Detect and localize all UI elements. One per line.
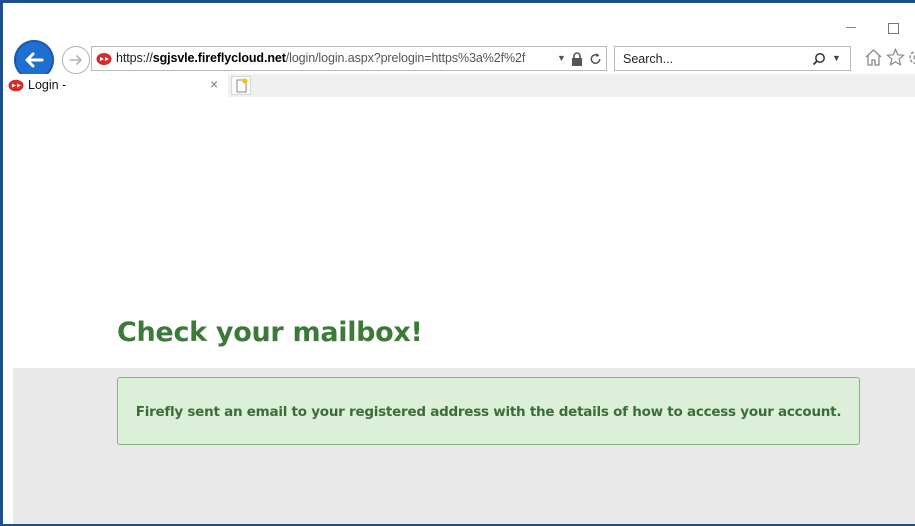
gear-icon[interactable] xyxy=(908,48,915,67)
forward-arrow-icon xyxy=(69,55,82,65)
tab-label: Login - xyxy=(28,78,67,92)
firefly-tab-icon xyxy=(8,79,24,92)
search-icon[interactable] xyxy=(812,52,826,66)
search-box[interactable]: Search... ▼ xyxy=(614,46,851,71)
refresh-icon[interactable] xyxy=(588,51,603,67)
tab-close-button[interactable]: × xyxy=(210,76,218,92)
tab-bar: Login - × xyxy=(3,74,915,97)
url-text: https://sgjsvle.fireflycloud.net/login/l… xyxy=(116,51,525,65)
url-path: /login/login.aspx?prelogin=https%3a%2f%2… xyxy=(285,51,526,65)
address-bar[interactable]: https://sgjsvle.fireflycloud.net/login/l… xyxy=(91,46,607,71)
search-dropdown-icon[interactable]: ▼ xyxy=(832,53,841,63)
minimize-button[interactable] xyxy=(846,27,856,28)
search-input[interactable]: Search... xyxy=(623,52,673,66)
url-domain: sgjsvle.fireflycloud.net xyxy=(152,51,286,65)
new-tab-button[interactable] xyxy=(231,76,251,95)
url-scheme: https:// xyxy=(116,51,153,65)
success-alert: Firefly sent an email to your registered… xyxy=(117,377,860,445)
forward-button[interactable] xyxy=(62,46,90,74)
firefly-icon xyxy=(96,53,112,65)
back-arrow-icon xyxy=(25,52,44,68)
new-tab-icon xyxy=(236,78,248,93)
message-section: Firefly sent an email to your registered… xyxy=(13,368,915,524)
address-dropdown-icon[interactable]: ▼ xyxy=(557,53,566,63)
alert-message: Firefly sent an email to your registered… xyxy=(135,404,842,420)
page-content: Check your mailbox! Firefly sent an emai… xyxy=(13,97,915,524)
favorites-icon[interactable] xyxy=(886,48,905,67)
page-title: Check your mailbox! xyxy=(117,317,423,348)
lock-icon[interactable] xyxy=(570,52,584,66)
home-icon[interactable] xyxy=(864,48,883,67)
maximize-button[interactable] xyxy=(888,23,899,34)
tab-login[interactable]: Login - × xyxy=(3,74,228,97)
